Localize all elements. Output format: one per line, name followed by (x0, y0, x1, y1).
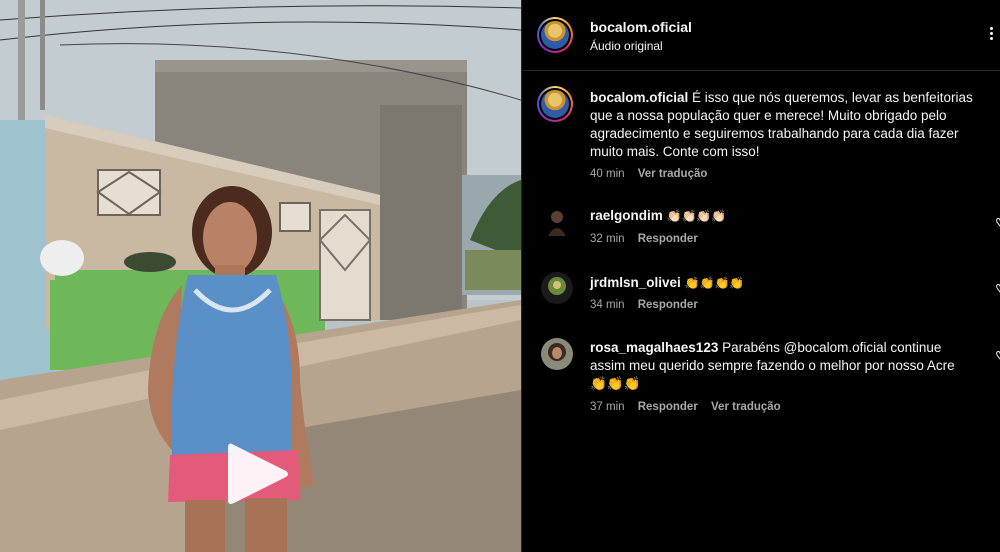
more-options-button[interactable] (984, 26, 1000, 42)
comment-text: 👏🏻👏🏻👏🏻👏🏻 (666, 209, 727, 223)
post-detail-panel: bocalom.oficial Áudio original bocalom.o… (521, 0, 1000, 552)
comment-meta: 37 min Responder Ver tradução (590, 401, 791, 413)
video-player[interactable] (0, 0, 521, 552)
comment-item: raelgondim 👏🏻👏🏻👏🏻👏🏻 (590, 207, 980, 225)
comment-item: rosa_magalhaes123 Parabéns @bocalom.ofic… (590, 339, 975, 393)
commenter-avatar[interactable] (541, 272, 573, 304)
commenter-avatar[interactable] (541, 206, 573, 238)
reply-button[interactable]: Responder (638, 401, 698, 413)
play-button[interactable] (226, 440, 290, 508)
like-button[interactable] (996, 280, 1000, 293)
reply-button[interactable]: Responder (638, 299, 698, 311)
play-icon (228, 443, 288, 504)
comment-meta: 34 min Responder (590, 299, 708, 311)
translate-button[interactable]: Ver tradução (711, 401, 781, 413)
reply-button[interactable]: Responder (638, 233, 698, 245)
caption-username[interactable]: bocalom.oficial (590, 90, 688, 105)
caption-time[interactable]: 40 min (590, 168, 625, 180)
caption-avatar[interactable] (537, 86, 573, 122)
comment-time[interactable]: 37 min (590, 401, 625, 413)
comment-time[interactable]: 32 min (590, 233, 625, 245)
caption-meta: 40 min Ver tradução (590, 168, 717, 180)
comment-username[interactable]: jrdmlsn_olivei (590, 275, 681, 290)
audio-label[interactable]: Áudio original (590, 39, 663, 53)
heart-icon (996, 350, 1000, 360)
like-button[interactable] (996, 214, 1000, 227)
comment-time[interactable]: 34 min (590, 299, 625, 311)
like-button[interactable] (996, 347, 1000, 360)
comment-meta: 32 min Responder (590, 233, 708, 245)
author-avatar[interactable] (537, 17, 573, 53)
comment-text: 👏👏👏👏 (684, 276, 745, 290)
comment-item: jrdmlsn_olivei 👏👏👏👏 (590, 274, 980, 292)
heart-icon (996, 217, 1000, 227)
author-username[interactable]: bocalom.oficial (590, 19, 692, 35)
commenter-avatar[interactable] (541, 338, 573, 370)
translate-button[interactable]: Ver tradução (638, 168, 708, 180)
post-header: bocalom.oficial Áudio original (522, 0, 1000, 71)
heart-icon (996, 283, 1000, 293)
comment-username[interactable]: rosa_magalhaes123 (590, 340, 718, 355)
caption: bocalom.oficial É isso que nós queremos,… (590, 89, 980, 161)
comment-username[interactable]: raelgondim (590, 208, 663, 223)
